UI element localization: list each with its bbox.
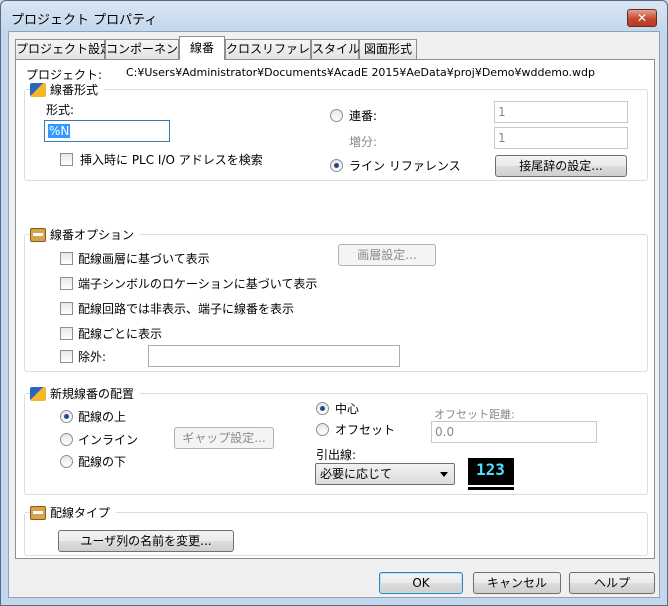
group-title-wire-number-format: 線番形式 bbox=[30, 81, 105, 98]
group-title-new-wire-placement: 新規線番の配置 bbox=[30, 385, 141, 402]
wire-number-icon bbox=[30, 82, 46, 97]
tab-label: コンポーネント bbox=[106, 42, 191, 56]
increment-value: 1 bbox=[498, 131, 506, 145]
close-button[interactable]: ✕ bbox=[627, 9, 657, 27]
dialog-window: プロジェクト プロパティ ✕ プロジェクト設定 コンポーネント 線番 クロスリフ… bbox=[0, 0, 668, 606]
leader-dropdown[interactable]: 必要に応じて bbox=[315, 463, 455, 485]
window-title: プロジェクト プロパティ bbox=[11, 13, 158, 28]
increment-input[interactable]: 1 bbox=[494, 127, 628, 149]
group-title-wire-type: 配線タイプ bbox=[30, 504, 117, 521]
dialog-client-area: プロジェクト設定 コンポーネント 線番 クロスリファレンス スタイル 図面形式 … bbox=[8, 31, 660, 598]
wire-number-preview: 123 bbox=[468, 458, 514, 490]
group-title-text: 新規線番の配置 bbox=[50, 387, 135, 401]
inline-radio[interactable] bbox=[60, 433, 73, 446]
search-plc-checkbox[interactable] bbox=[60, 153, 73, 166]
sequential-start-input[interactable]: 1 bbox=[494, 101, 628, 123]
sequential-label: 連番: bbox=[349, 109, 378, 123]
terminal-location-label: 端子シンボルのロケーションに基づいて表示 bbox=[78, 277, 318, 291]
layer-setup-button[interactable]: 画層設定... bbox=[338, 244, 436, 266]
offset-radio[interactable] bbox=[316, 423, 329, 436]
tab-label: 線番 bbox=[189, 41, 214, 55]
tab-project-settings[interactable]: プロジェクト設定 bbox=[15, 39, 112, 59]
tab-label: プロジェクト設定 bbox=[16, 42, 113, 56]
group-title-text: 線番オプション bbox=[50, 228, 135, 242]
group-title-text: 線番形式 bbox=[50, 83, 99, 97]
line-reference-radio[interactable] bbox=[330, 159, 343, 172]
close-icon: ✕ bbox=[636, 11, 648, 25]
project-path: C:¥Users¥Administrator¥Documents¥AcadE 2… bbox=[126, 66, 595, 79]
hide-in-circuit-label: 配線回路では非表示、端子に線番を表示 bbox=[78, 302, 295, 316]
tab-label: 図面形式 bbox=[363, 42, 412, 56]
ok-button[interactable]: OK bbox=[379, 572, 463, 594]
exclude-label: 除外: bbox=[78, 350, 107, 364]
group-title-text: 配線タイプ bbox=[50, 506, 111, 520]
chevron-down-icon bbox=[440, 472, 448, 477]
tab-wire-numbers[interactable]: 線番 bbox=[179, 36, 225, 60]
above-wire-radio[interactable] bbox=[60, 410, 73, 423]
leader-dropdown-value: 必要に応じて bbox=[320, 467, 393, 481]
help-button[interactable]: ヘルプ bbox=[569, 572, 655, 594]
gap-setup-button[interactable]: ギャップ設定... bbox=[174, 427, 274, 449]
offset-label: オフセット bbox=[335, 423, 396, 437]
layer-based-checkbox[interactable] bbox=[60, 252, 73, 265]
below-wire-radio[interactable] bbox=[60, 455, 73, 468]
layer-based-label: 配線画層に基づいて表示 bbox=[78, 252, 210, 266]
leader-label: 引出線: bbox=[316, 448, 357, 462]
tab-drawing-format[interactable]: 図面形式 bbox=[359, 39, 417, 59]
per-wire-checkbox[interactable] bbox=[60, 327, 73, 340]
increment-label: 増分: bbox=[349, 135, 378, 149]
format-input[interactable]: %N bbox=[44, 120, 170, 142]
placement-icon bbox=[30, 386, 46, 401]
per-wire-label: 配線ごとに表示 bbox=[78, 327, 163, 341]
preview-wire-line bbox=[468, 485, 514, 487]
sequential-radio[interactable] bbox=[330, 109, 343, 122]
tab-styles[interactable]: スタイル bbox=[311, 39, 361, 59]
search-plc-label: 挿入時に PLC I/O アドレスを検索 bbox=[80, 153, 263, 167]
wire-numbers-panel: プロジェクト: C:¥Users¥Administrator¥Documents… bbox=[15, 59, 655, 559]
line-reference-label: ライン リファレンス bbox=[349, 159, 461, 173]
suffix-setup-button[interactable]: 接尾辞の設定... bbox=[495, 155, 627, 177]
above-wire-label: 配線の上 bbox=[78, 410, 127, 424]
offset-distance-label: オフセット距離: bbox=[434, 408, 515, 421]
exclude-checkbox[interactable] bbox=[60, 350, 73, 363]
group-title-wire-number-options: 線番オプション bbox=[30, 226, 141, 243]
offset-distance-input[interactable]: 0.0 bbox=[431, 421, 597, 443]
tab-cross-reference[interactable]: クロスリファレンス bbox=[225, 39, 334, 59]
inline-label: インライン bbox=[78, 433, 139, 447]
cancel-button[interactable]: キャンセル bbox=[473, 572, 561, 594]
title-bar[interactable]: プロジェクト プロパティ ✕ bbox=[1, 1, 667, 31]
sequential-start-value: 1 bbox=[498, 105, 506, 119]
center-radio[interactable] bbox=[316, 402, 329, 415]
wire-type-icon bbox=[30, 505, 46, 520]
format-input-value: %N bbox=[48, 124, 71, 138]
format-label: 形式: bbox=[46, 103, 75, 117]
rename-user-columns-button[interactable]: ユーザ列の名前を変更... bbox=[58, 530, 234, 552]
tab-label: スタイル bbox=[312, 42, 361, 56]
terminal-location-checkbox[interactable] bbox=[60, 277, 73, 290]
hide-in-circuit-checkbox[interactable] bbox=[60, 302, 73, 315]
preview-number: 123 bbox=[476, 460, 505, 479]
below-wire-label: 配線の下 bbox=[78, 455, 127, 469]
tab-components[interactable]: コンポーネント bbox=[105, 39, 190, 59]
offset-distance-value: 0.0 bbox=[435, 425, 455, 439]
center-label: 中心 bbox=[335, 402, 360, 416]
exclude-input[interactable] bbox=[148, 345, 400, 367]
options-icon bbox=[30, 227, 46, 242]
